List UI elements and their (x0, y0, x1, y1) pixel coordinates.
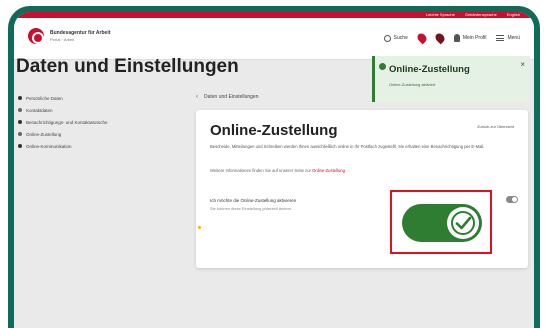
card-note-link[interactable]: Online-Zustellung (312, 168, 345, 173)
mail-icon (18, 132, 22, 136)
setting-label: Ich möchte die Online-Zustellung aktivie… (210, 198, 297, 203)
sidebar-item-label: Online-Kommunikation (26, 143, 72, 149)
logo-subtitle: Portal · Arbeit (50, 37, 75, 42)
card-title: Online-Zustellung (210, 122, 338, 139)
close-icon[interactable]: × (520, 60, 525, 69)
menu-label: Menü (507, 35, 520, 41)
person-icon (18, 96, 22, 100)
chat-icon (18, 144, 22, 148)
bell-icon (18, 120, 22, 124)
notification-button[interactable] (433, 31, 447, 45)
sidebar-item-contact-data[interactable]: Kontaktdaten (18, 104, 168, 116)
hamburger-icon (496, 35, 505, 41)
sidebar-item-online-communication[interactable]: Online-Kommunikation (18, 140, 168, 152)
site-logo[interactable]: Bundesagentur für Arbeit Portal · Arbeit (28, 28, 110, 44)
page-title: Daten und Einstellungen (16, 56, 239, 77)
sidebar-item-personal-data[interactable]: Persönliche Daten (18, 92, 168, 104)
sidebar-item-label: Online-Zustellung (26, 131, 62, 137)
menu-button[interactable]: Menü (496, 35, 520, 41)
card-description: Bescheide, Mitteilungen und Schreiben we… (210, 144, 485, 149)
breadcrumb-label: Daten und Einstellungen (204, 94, 259, 100)
checkmark-icon (451, 211, 475, 235)
location-button[interactable] (415, 31, 429, 45)
search-label: Suche (393, 35, 408, 41)
toggle-knob (447, 207, 479, 239)
search-icon (383, 34, 391, 42)
user-icon (453, 34, 460, 42)
toggle-zoom-highlight (390, 190, 492, 254)
online-delivery-toggle-small[interactable] (506, 196, 518, 203)
profile-button[interactable]: Mein Profil (453, 34, 487, 42)
success-toast: Online-Zustellung Online-Zustellung akti… (372, 56, 530, 102)
logo-mark-icon (28, 28, 44, 44)
sidebar-item-label: Persönliche Daten (26, 95, 63, 101)
back-to-overview-link[interactable]: Zurück zur Übersicht (477, 124, 514, 129)
location-pin-icon (415, 31, 429, 45)
profile-label: Mein Profil (462, 35, 487, 41)
sidebar-item-label: Kontaktdaten (26, 107, 53, 113)
focus-marker (198, 226, 201, 229)
success-dot-icon (379, 63, 386, 70)
setting-sublabel: Sie können diese Einstellung jederzeit ä… (210, 206, 293, 211)
card-note: Weitere Informationen finden Sie auf uns… (210, 168, 515, 173)
logo-text: Bundesagentur für Arbeit Portal · Arbeit (50, 30, 110, 42)
site-header: Bundesagentur für Arbeit Portal · Arbeit… (14, 18, 534, 60)
contact-icon (18, 108, 22, 112)
search-button[interactable]: Suche (383, 34, 408, 42)
toast-text: Online-Zustellung aktiviert (389, 82, 436, 87)
sidebar-menu: Persönliche Daten Kontaktdaten Benachric… (18, 92, 168, 152)
sidebar-item-online-delivery[interactable]: Online-Zustellung (18, 128, 168, 140)
logo-title: Bundesagentur für Arbeit (50, 30, 111, 36)
breadcrumb[interactable]: ‹ Daten und Einstellungen (196, 94, 259, 100)
header-nav: Suche Mein Profil Menü (383, 31, 520, 45)
online-delivery-toggle[interactable] (402, 204, 482, 242)
card-note-text: Weitere Informationen finden Sie auf uns… (210, 168, 311, 173)
sidebar-item-notifications[interactable]: Benachrichtigungs- und Kontaktwünsche (18, 116, 168, 128)
sidebar-item-label: Benachrichtigungs- und Kontaktwünsche (26, 119, 108, 125)
chevron-left-icon: ‹ (196, 94, 198, 100)
toast-title: Online-Zustellung (389, 64, 470, 75)
notification-pin-icon (433, 31, 447, 45)
